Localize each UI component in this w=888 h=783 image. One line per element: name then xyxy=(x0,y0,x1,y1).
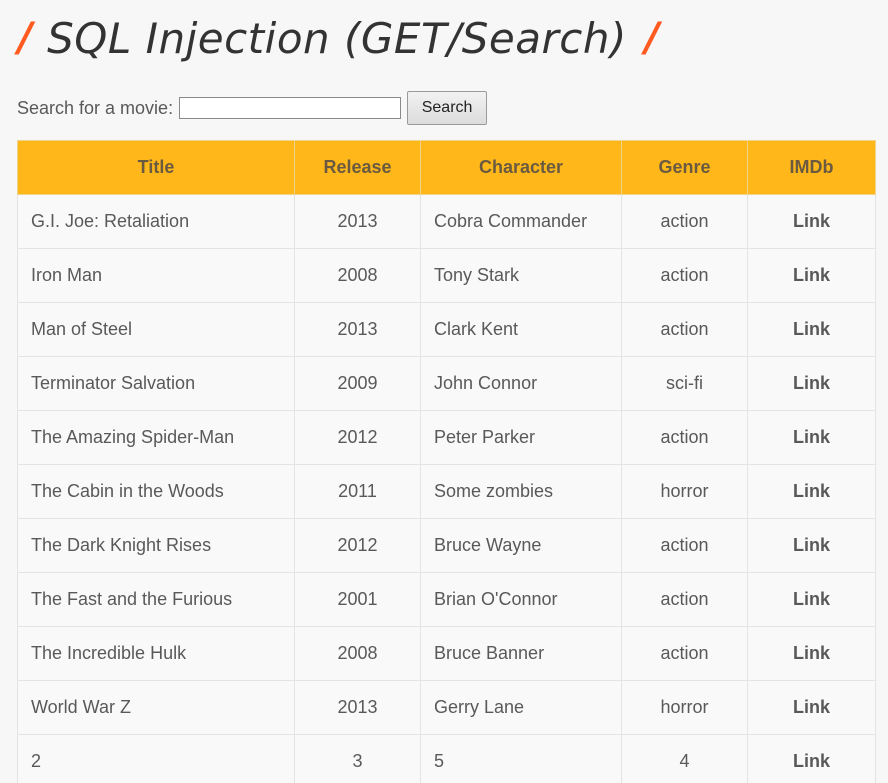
cell-genre: 4 xyxy=(621,734,748,783)
cell-genre: action xyxy=(621,572,748,627)
table-row: Man of Steel 2013 Clark Kent action Link xyxy=(17,302,876,357)
column-header-release: Release xyxy=(294,140,421,195)
cell-title: G.I. Joe: Retaliation xyxy=(17,194,295,249)
table-row: The Fast and the Furious 2001 Brian O'Conn… xyxy=(17,572,876,627)
table-header-row: Title Release Character Genre IMDb xyxy=(17,140,876,195)
search-input[interactable] xyxy=(179,97,402,119)
search-label: Search for a movie: xyxy=(17,97,174,118)
cell-character: John Connor xyxy=(420,356,622,411)
cell-genre: horror xyxy=(621,680,748,735)
cell-imdb: Link xyxy=(747,464,876,519)
cell-character: Tony Stark xyxy=(420,248,622,303)
imdb-link[interactable]: Link xyxy=(793,535,830,555)
cell-title: The Incredible Hulk xyxy=(17,626,295,681)
table-row: Terminator Salvation 2009 John Connor sci-f… xyxy=(17,356,876,411)
cell-release: 2009 xyxy=(294,356,421,411)
cell-genre: sci-fi xyxy=(621,356,748,411)
table-row: Iron Man 2008 Tony Stark action Link xyxy=(17,248,876,303)
cell-release: 2011 xyxy=(294,464,421,519)
cell-genre: action xyxy=(621,626,748,681)
cell-release: 2008 xyxy=(294,626,421,681)
cell-imdb: Link xyxy=(747,248,876,303)
page-header: / SQL Injection (GET/Search) / xyxy=(14,6,660,70)
table-body: G.I. Joe: Retaliation 2013 Cobra Commander… xyxy=(17,194,876,783)
column-header-character: Character xyxy=(420,140,622,195)
cell-character: Peter Parker xyxy=(420,410,622,465)
movies-table: Title Release Character Genre IMDb G.I. … xyxy=(17,140,876,783)
table-row: World War Z 2013 Gerry Lane horror Link xyxy=(17,680,876,735)
cell-title: 2 xyxy=(17,734,295,783)
cell-imdb: Link xyxy=(747,194,876,249)
column-header-title: Title xyxy=(17,140,295,195)
cell-character: Clark Kent xyxy=(420,302,622,357)
imdb-link[interactable]: Link xyxy=(793,697,830,717)
cell-imdb: Link xyxy=(747,518,876,573)
table-row: G.I. Joe: Retaliation 2013 Cobra Commander… xyxy=(17,194,876,249)
cell-release: 2012 xyxy=(294,410,421,465)
cell-character: 5 xyxy=(420,734,622,783)
cell-title: Terminator Salvation xyxy=(17,356,295,411)
cell-genre: action xyxy=(621,248,748,303)
page-title: SQL Injection (GET/Search) xyxy=(47,13,627,63)
cell-release: 2008 xyxy=(294,248,421,303)
cell-imdb: Link xyxy=(747,302,876,357)
cell-imdb: Link xyxy=(747,356,876,411)
table-row: The Amazing Spider-Man 2012 Peter Parker ac… xyxy=(17,410,876,465)
cell-imdb: Link xyxy=(747,572,876,627)
title-slash-right: / xyxy=(644,15,660,61)
column-header-imdb: IMDb xyxy=(747,140,876,195)
cell-release: 2013 xyxy=(294,194,421,249)
cell-genre: horror xyxy=(621,464,748,519)
cell-character: Gerry Lane xyxy=(420,680,622,735)
table-row: The Cabin in the Woods 2011 Some zombies ho… xyxy=(17,464,876,519)
cell-imdb: Link xyxy=(747,734,876,783)
page: / SQL Injection (GET/Search) / Search fo… xyxy=(0,0,888,783)
imdb-link[interactable]: Link xyxy=(793,427,830,447)
column-header-genre: Genre xyxy=(621,140,748,195)
cell-character: Some zombies xyxy=(420,464,622,519)
cell-release: 2013 xyxy=(294,302,421,357)
cell-title: The Cabin in the Woods xyxy=(17,464,295,519)
search-button[interactable]: Search xyxy=(407,91,488,125)
cell-release: 3 xyxy=(294,734,421,783)
table-row: 2 3 5 4 Link xyxy=(17,734,876,783)
cell-title: World War Z xyxy=(17,680,295,735)
cell-imdb: Link xyxy=(747,410,876,465)
cell-release: 2013 xyxy=(294,680,421,735)
cell-title: Iron Man xyxy=(17,248,295,303)
cell-imdb: Link xyxy=(747,680,876,735)
cell-character: Brian O'Connor xyxy=(420,572,622,627)
imdb-link[interactable]: Link xyxy=(793,373,830,393)
imdb-link[interactable]: Link xyxy=(793,265,830,285)
imdb-link[interactable]: Link xyxy=(793,481,830,501)
cell-character: Cobra Commander xyxy=(420,194,622,249)
imdb-link[interactable]: Link xyxy=(793,211,830,231)
table-row: The Dark Knight Rises 2012 Bruce Wayne acti… xyxy=(17,518,876,573)
cell-genre: action xyxy=(621,302,748,357)
table-row: The Incredible Hulk 2008 Bruce Banner actio… xyxy=(17,626,876,681)
cell-character: Bruce Banner xyxy=(420,626,622,681)
title-slash-left: / xyxy=(18,15,34,61)
cell-title: The Amazing Spider-Man xyxy=(17,410,295,465)
search-form: Search for a movie: Search xyxy=(17,91,488,125)
imdb-link[interactable]: Link xyxy=(793,319,830,339)
cell-release: 2001 xyxy=(294,572,421,627)
cell-title: The Fast and the Furious xyxy=(17,572,295,627)
cell-release: 2012 xyxy=(294,518,421,573)
imdb-link[interactable]: Link xyxy=(793,589,830,609)
cell-imdb: Link xyxy=(747,626,876,681)
cell-genre: action xyxy=(621,518,748,573)
cell-title: The Dark Knight Rises xyxy=(17,518,295,573)
cell-genre: action xyxy=(621,410,748,465)
imdb-link[interactable]: Link xyxy=(793,643,830,663)
cell-genre: action xyxy=(621,194,748,249)
cell-title: Man of Steel xyxy=(17,302,295,357)
imdb-link[interactable]: Link xyxy=(793,751,830,771)
cell-character: Bruce Wayne xyxy=(420,518,622,573)
